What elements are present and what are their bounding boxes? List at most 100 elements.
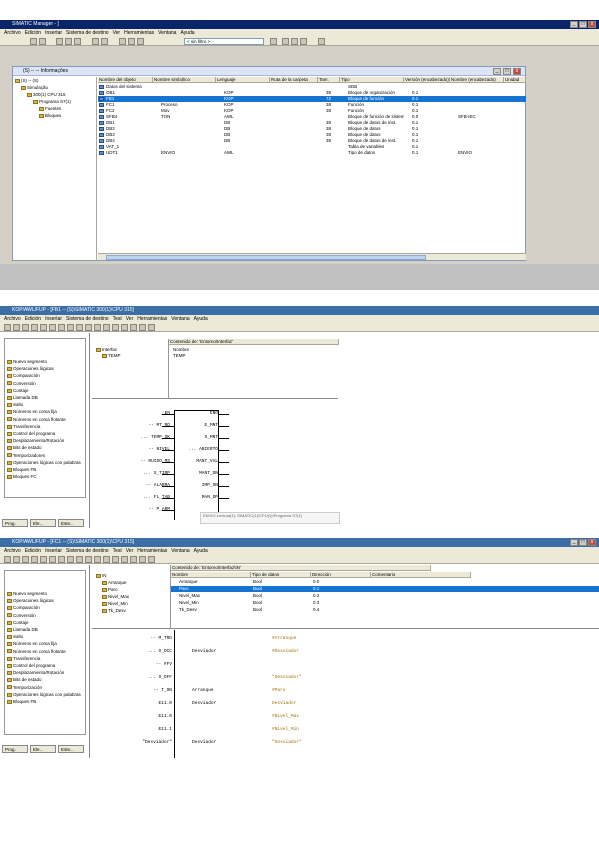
ladder-operand-comment[interactable]: #Paro bbox=[272, 688, 352, 693]
catalog-item[interactable]: Nuevo segmento bbox=[7, 591, 47, 597]
ladder-operand[interactable]: "Desviador" bbox=[98, 740, 172, 745]
download-icon[interactable] bbox=[76, 324, 83, 331]
menu-item[interactable]: Insertar bbox=[45, 548, 62, 554]
ladder-operand[interactable]: Desviador bbox=[192, 740, 262, 745]
network-icon[interactable] bbox=[282, 38, 289, 45]
save-icon[interactable] bbox=[22, 556, 29, 563]
catalog-item[interactable]: Conversión bbox=[7, 613, 36, 619]
maximize-button[interactable]: □ bbox=[579, 539, 587, 546]
catalog-item[interactable]: Llamada DB bbox=[7, 395, 38, 401]
list-view-icon[interactable] bbox=[128, 38, 135, 45]
column-header[interactable]: Comentario bbox=[371, 572, 471, 578]
catalog-item[interactable]: Bloques FC bbox=[7, 474, 37, 480]
menu-item[interactable]: Ver bbox=[113, 30, 121, 36]
column-header[interactable]: Nombre del objeto bbox=[98, 77, 153, 83]
maximize-button[interactable]: □ bbox=[579, 21, 587, 28]
horizontal-scrollbar[interactable] bbox=[98, 253, 526, 260]
column-header[interactable]: Nombre (encabezado) bbox=[450, 77, 504, 83]
catalog-item[interactable]: Operaciones lógicas con palabras bbox=[7, 692, 81, 698]
ladder-output-label[interactable]: IMP_ON bbox=[188, 483, 218, 488]
paste-icon[interactable] bbox=[58, 324, 65, 331]
zoom-icon[interactable] bbox=[94, 324, 101, 331]
catalog-item[interactable]: Temporizadores bbox=[7, 453, 45, 459]
panel-tab[interactable]: Ele... bbox=[30, 745, 56, 753]
tree-item-cpu[interactable]: 300(1) CPU 315 bbox=[27, 92, 66, 98]
ladder-input-label[interactable]: ... S_TIMP bbox=[106, 471, 170, 476]
zoom-icon[interactable] bbox=[94, 556, 101, 563]
paste-icon[interactable] bbox=[58, 556, 65, 563]
menu-item[interactable]: Archivo bbox=[4, 30, 21, 36]
ladder-operand-comment[interactable]: #Desviador bbox=[272, 649, 352, 654]
panel-tab[interactable]: Este... bbox=[58, 519, 84, 527]
panel-tab[interactable]: Prog. bbox=[2, 519, 28, 527]
catalog-item[interactable]: Llamada DB bbox=[7, 627, 38, 633]
menu-item[interactable]: Insertar bbox=[45, 316, 62, 322]
network-icon[interactable] bbox=[103, 324, 110, 331]
menu-item[interactable]: Ayuda bbox=[194, 316, 208, 322]
catalog-item[interactable]: Bloques FB bbox=[7, 699, 36, 705]
column-header[interactable]: Tam. bbox=[318, 77, 340, 83]
catalog-item[interactable]: Operaciones lógicas con palabras bbox=[7, 460, 81, 466]
cut-icon[interactable] bbox=[40, 324, 47, 331]
interface-item[interactable]: Paro bbox=[102, 587, 118, 593]
minimize-button[interactable]: _ bbox=[570, 539, 578, 546]
tree-item-station[interactable]: Simulação bbox=[21, 85, 48, 91]
ladder-input-label[interactable]: -- NIVEL bbox=[106, 447, 170, 452]
copy-icon[interactable] bbox=[65, 38, 72, 45]
filter-select[interactable]: < sin filtro > bbox=[184, 38, 264, 45]
interface-item[interactable]: Nivel_Max bbox=[102, 594, 129, 600]
ladder-output-label[interactable]: MANT_VAL bbox=[188, 459, 218, 464]
coil-icon[interactable] bbox=[121, 324, 128, 331]
paste-icon[interactable] bbox=[74, 38, 81, 45]
tree-item-blocks[interactable]: Bloques bbox=[39, 113, 61, 119]
catalog-item[interactable]: Control del programa bbox=[7, 663, 55, 669]
tree-item-program[interactable]: Programa S7(1) bbox=[33, 99, 71, 105]
catalog-item[interactable]: Salto bbox=[7, 402, 23, 408]
inner-minimize-button[interactable]: _ bbox=[493, 68, 501, 75]
table-row[interactable]: UDT1 ENVIO AWL Tipo de datos 0.1 ENVIO bbox=[98, 150, 526, 156]
cut-icon[interactable] bbox=[56, 38, 63, 45]
ladder-operand-comment[interactable]: "Desviador" bbox=[272, 740, 352, 745]
catalog-item[interactable]: Números en coma fija bbox=[7, 641, 57, 647]
menu-item[interactable]: Edición bbox=[25, 316, 41, 322]
help-icon[interactable] bbox=[148, 556, 155, 563]
new-icon[interactable] bbox=[4, 556, 11, 563]
ladder-output-label[interactable]: ENO bbox=[188, 411, 218, 416]
ladder-output-label[interactable]: E_MNT bbox=[188, 423, 218, 428]
copy-icon[interactable] bbox=[49, 324, 56, 331]
column-header[interactable]: Dirección bbox=[311, 572, 371, 578]
catalog-item[interactable]: Conversión bbox=[7, 381, 36, 387]
catalog-item[interactable]: Nuevo segmento bbox=[7, 359, 47, 365]
undo-icon[interactable] bbox=[67, 324, 74, 331]
download-icon[interactable] bbox=[92, 38, 99, 45]
catalog-item[interactable]: Comparación bbox=[7, 373, 40, 379]
new-icon[interactable] bbox=[30, 38, 37, 45]
ladder-input-label[interactable]: -- P_ARM bbox=[106, 507, 170, 512]
scrollbar-thumb[interactable] bbox=[106, 255, 426, 260]
tree-item-project[interactable]: (S) -- (S) bbox=[15, 78, 39, 84]
column-header[interactable]: Tipo bbox=[340, 77, 404, 83]
ladder-output-label[interactable]: MAN_OP bbox=[188, 495, 218, 500]
menu-item[interactable]: Ayuda bbox=[194, 548, 208, 554]
catalog-item[interactable]: Números en coma flotante bbox=[7, 649, 66, 655]
print-icon[interactable] bbox=[31, 324, 38, 331]
menu-item[interactable]: Sistema de destino bbox=[66, 548, 109, 554]
column-header[interactable]: Nombre simbólico bbox=[153, 77, 216, 83]
catalog-item[interactable]: Temporización bbox=[7, 685, 42, 691]
declaration-item[interactable]: TEMP bbox=[173, 353, 186, 359]
catalog-item[interactable]: Desplazamiento/Rotación bbox=[7, 438, 64, 444]
catalog-item[interactable]: Control del programa bbox=[7, 431, 55, 437]
interface-item[interactable]: Arranque bbox=[102, 580, 127, 586]
ladder-operand[interactable]: ... S_OFF bbox=[98, 675, 172, 680]
catalog-item[interactable]: Bloques FB bbox=[7, 467, 36, 473]
menu-item[interactable]: Ventana bbox=[171, 316, 189, 322]
filter-icon[interactable] bbox=[270, 38, 277, 45]
inner-maximize-button[interactable]: □ bbox=[503, 68, 511, 75]
ladder-operand[interactable]: E11.0 bbox=[98, 701, 172, 706]
ladder-input-label[interactable]: EN bbox=[106, 411, 170, 416]
ladder-operand[interactable]: E11.1 bbox=[98, 727, 172, 732]
monitor-icon[interactable] bbox=[85, 324, 92, 331]
ladder-operand[interactable]: ... S_OCC bbox=[98, 649, 172, 654]
menu-item[interactable]: Ayuda bbox=[180, 30, 194, 36]
close-button[interactable]: x bbox=[588, 21, 596, 28]
